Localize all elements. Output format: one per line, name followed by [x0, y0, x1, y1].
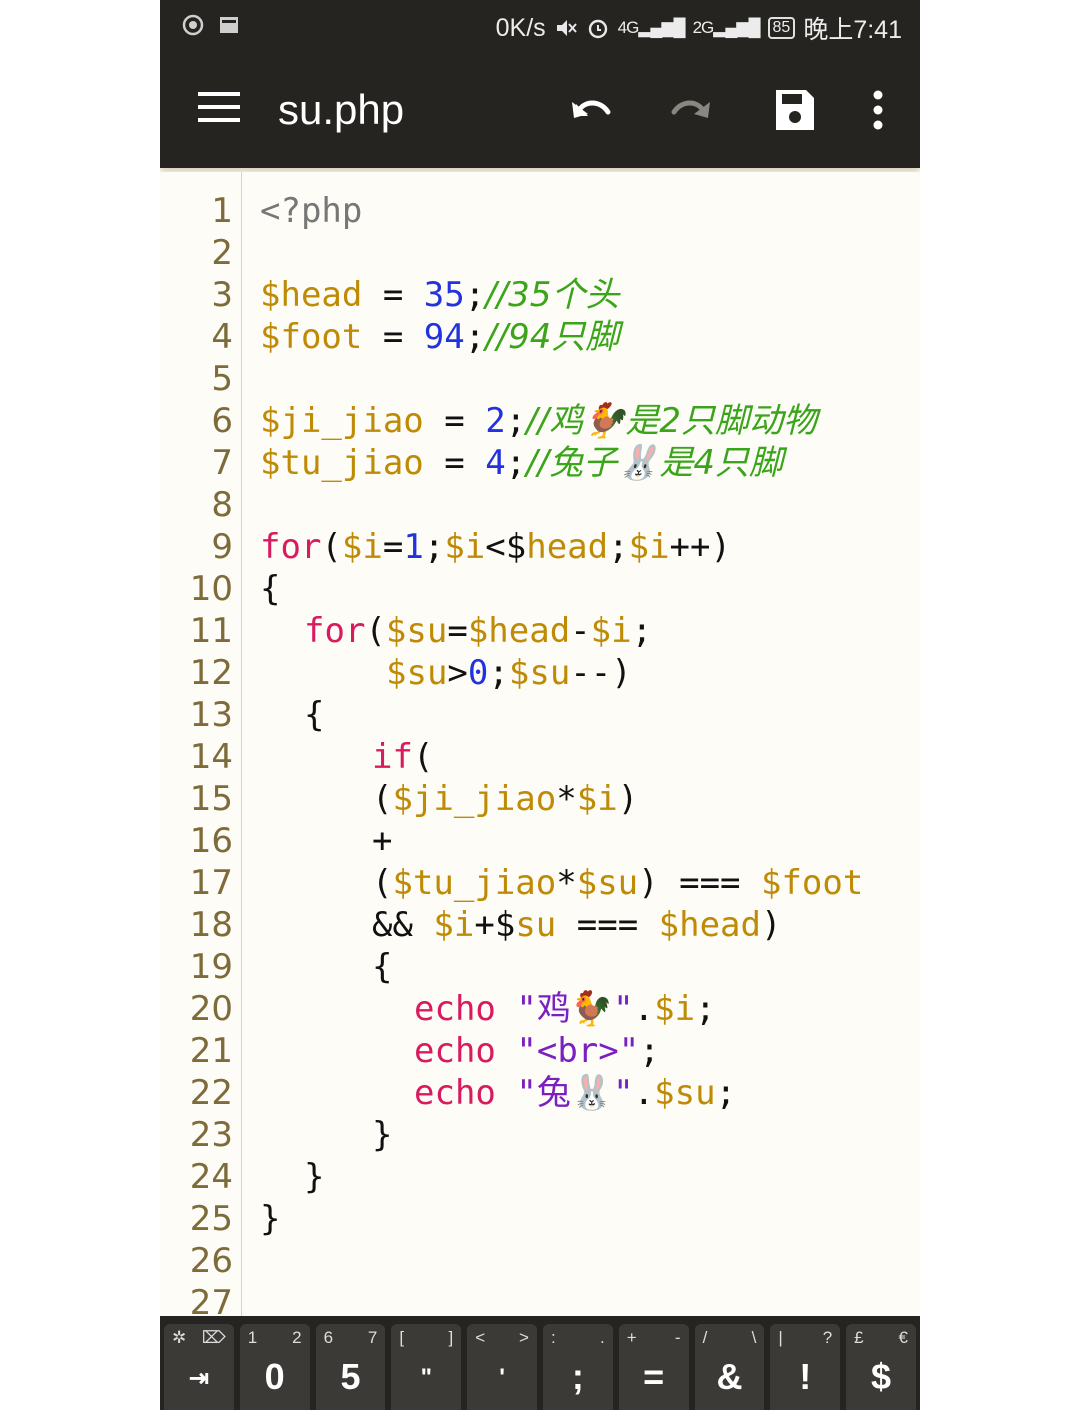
line-number: 8 — [211, 485, 233, 525]
line-number: 14 — [189, 737, 233, 777]
code-line: echo "兔🐰".$su; — [414, 1073, 737, 1113]
line-number: 13 — [189, 695, 233, 735]
line-number: 27 — [189, 1283, 233, 1316]
line-number: 24 — [189, 1157, 233, 1197]
code-line: echo "鸡🐓".$i; — [414, 989, 716, 1029]
app-bar: su.php — [160, 52, 920, 168]
code-line: + — [372, 821, 393, 861]
line-number: 2 — [211, 233, 233, 273]
code-line: ($ji_jiao*$i) — [372, 779, 639, 819]
code-line: $head = 35;//35个头 — [260, 275, 620, 315]
line-number: 10 — [189, 569, 233, 609]
line-number: 23 — [189, 1115, 233, 1155]
key-tab[interactable]: ✲ ⌦ ⇥ — [164, 1324, 234, 1410]
battery-badge: 85 — [767, 17, 796, 39]
phone-screen: 0K/s 4G▂▄▆█ 2G▂▄▆█ 85 晚上7:41 su.php 1 2 … — [160, 0, 920, 1410]
line-number: 26 — [189, 1241, 233, 1281]
code-line: $ji_jiao = 2;//鸡🐓是2只脚动物 — [260, 401, 818, 441]
line-number: 25 — [189, 1199, 233, 1239]
code-line: } — [304, 1157, 325, 1197]
key-5[interactable]: 675 — [315, 1324, 386, 1410]
line-number: 5 — [211, 359, 233, 399]
shield-icon — [182, 14, 204, 36]
alarm-icon — [588, 19, 607, 39]
file-title: su.php — [278, 86, 405, 133]
line-number: 18 — [189, 905, 233, 945]
signal-2g: 2G▂▄▆█ — [692, 18, 761, 37]
line-number: 7 — [211, 443, 233, 483]
code-line: } — [260, 1199, 281, 1239]
line-number: 15 — [189, 779, 233, 819]
image-icon — [220, 17, 238, 33]
code-line: if( — [372, 737, 434, 777]
network-speed: 0K/s — [495, 13, 546, 42]
line-number: 6 — [211, 401, 233, 441]
extra-keys-bar: ✲ ⌦ ⇥ 120 675 [] " < > ' :.; + - = / \ & |?! £ € $ — [160, 1316, 920, 1410]
clock: 晚上7:41 — [803, 16, 902, 44]
line-number: 19 — [189, 947, 233, 987]
line-number: 3 — [211, 275, 233, 315]
menu-icon[interactable] — [198, 92, 240, 128]
status-left — [182, 14, 240, 36]
code-line: $foot = 94;//94只脚 — [260, 317, 620, 357]
line-number: 21 — [189, 1031, 233, 1071]
code-line: } — [372, 1115, 393, 1155]
undo-icon[interactable] — [566, 86, 614, 134]
line-number-gutter: 1 2 3 4 5 6 7 8 9 10 11 12 13 14 15 16 1… — [160, 172, 242, 1316]
code-line: ($tu_jiao*$su) === $foot — [372, 863, 864, 903]
code-line: { — [372, 947, 393, 987]
code-line: { — [304, 695, 325, 735]
code-line: for($su=$head-$i; — [304, 611, 653, 651]
line-number: 17 — [189, 863, 233, 903]
line-number: 16 — [189, 821, 233, 861]
line-number: 22 — [189, 1073, 233, 1113]
line-number: 1 — [211, 191, 233, 231]
line-number: 20 — [189, 989, 233, 1029]
code-line: <?php — [260, 191, 363, 231]
save-icon[interactable] — [770, 86, 818, 134]
redo-icon[interactable] — [668, 86, 716, 134]
key-single-quote[interactable]: < > ' — [467, 1324, 537, 1410]
code-editor[interactable]: 1 2 3 4 5 6 7 8 9 10 11 12 13 14 15 16 1… — [160, 172, 920, 1316]
status-bar: 0K/s 4G▂▄▆█ 2G▂▄▆█ 85 晚上7:41 — [160, 0, 920, 52]
code-line: && $i+$su === $head) — [372, 905, 782, 945]
signal-4g: 4G▂▄▆█ — [617, 18, 686, 37]
code-line: $tu_jiao = 4;//兔子🐰是4只脚 — [260, 443, 784, 483]
line-number: 9 — [211, 527, 233, 567]
code-line: for($i=1;$i<$head;$i++) — [260, 527, 731, 567]
key-equals[interactable]: + - = — [618, 1324, 689, 1410]
line-number: 12 — [189, 653, 233, 693]
key-0[interactable]: 120 — [239, 1324, 310, 1410]
key-dollar[interactable]: £ € $ — [846, 1324, 916, 1410]
key-ampersand[interactable]: / \ & — [694, 1324, 765, 1410]
mute-icon — [556, 20, 577, 36]
key-exclamation[interactable]: |?! — [770, 1324, 841, 1410]
line-number: 11 — [189, 611, 233, 651]
key-double-quote[interactable]: [] " — [391, 1324, 462, 1410]
code-line: { — [260, 569, 281, 609]
line-number: 4 — [211, 317, 233, 357]
status-right: 0K/s 4G▂▄▆█ 2G▂▄▆█ 85 晚上7:41 — [496, 10, 902, 46]
code-line: echo "<br>"; — [414, 1031, 660, 1071]
key-semicolon[interactable]: :.; — [542, 1324, 613, 1410]
code-line: $su>0;$su--) — [386, 653, 632, 693]
more-options-icon[interactable] — [854, 86, 902, 134]
